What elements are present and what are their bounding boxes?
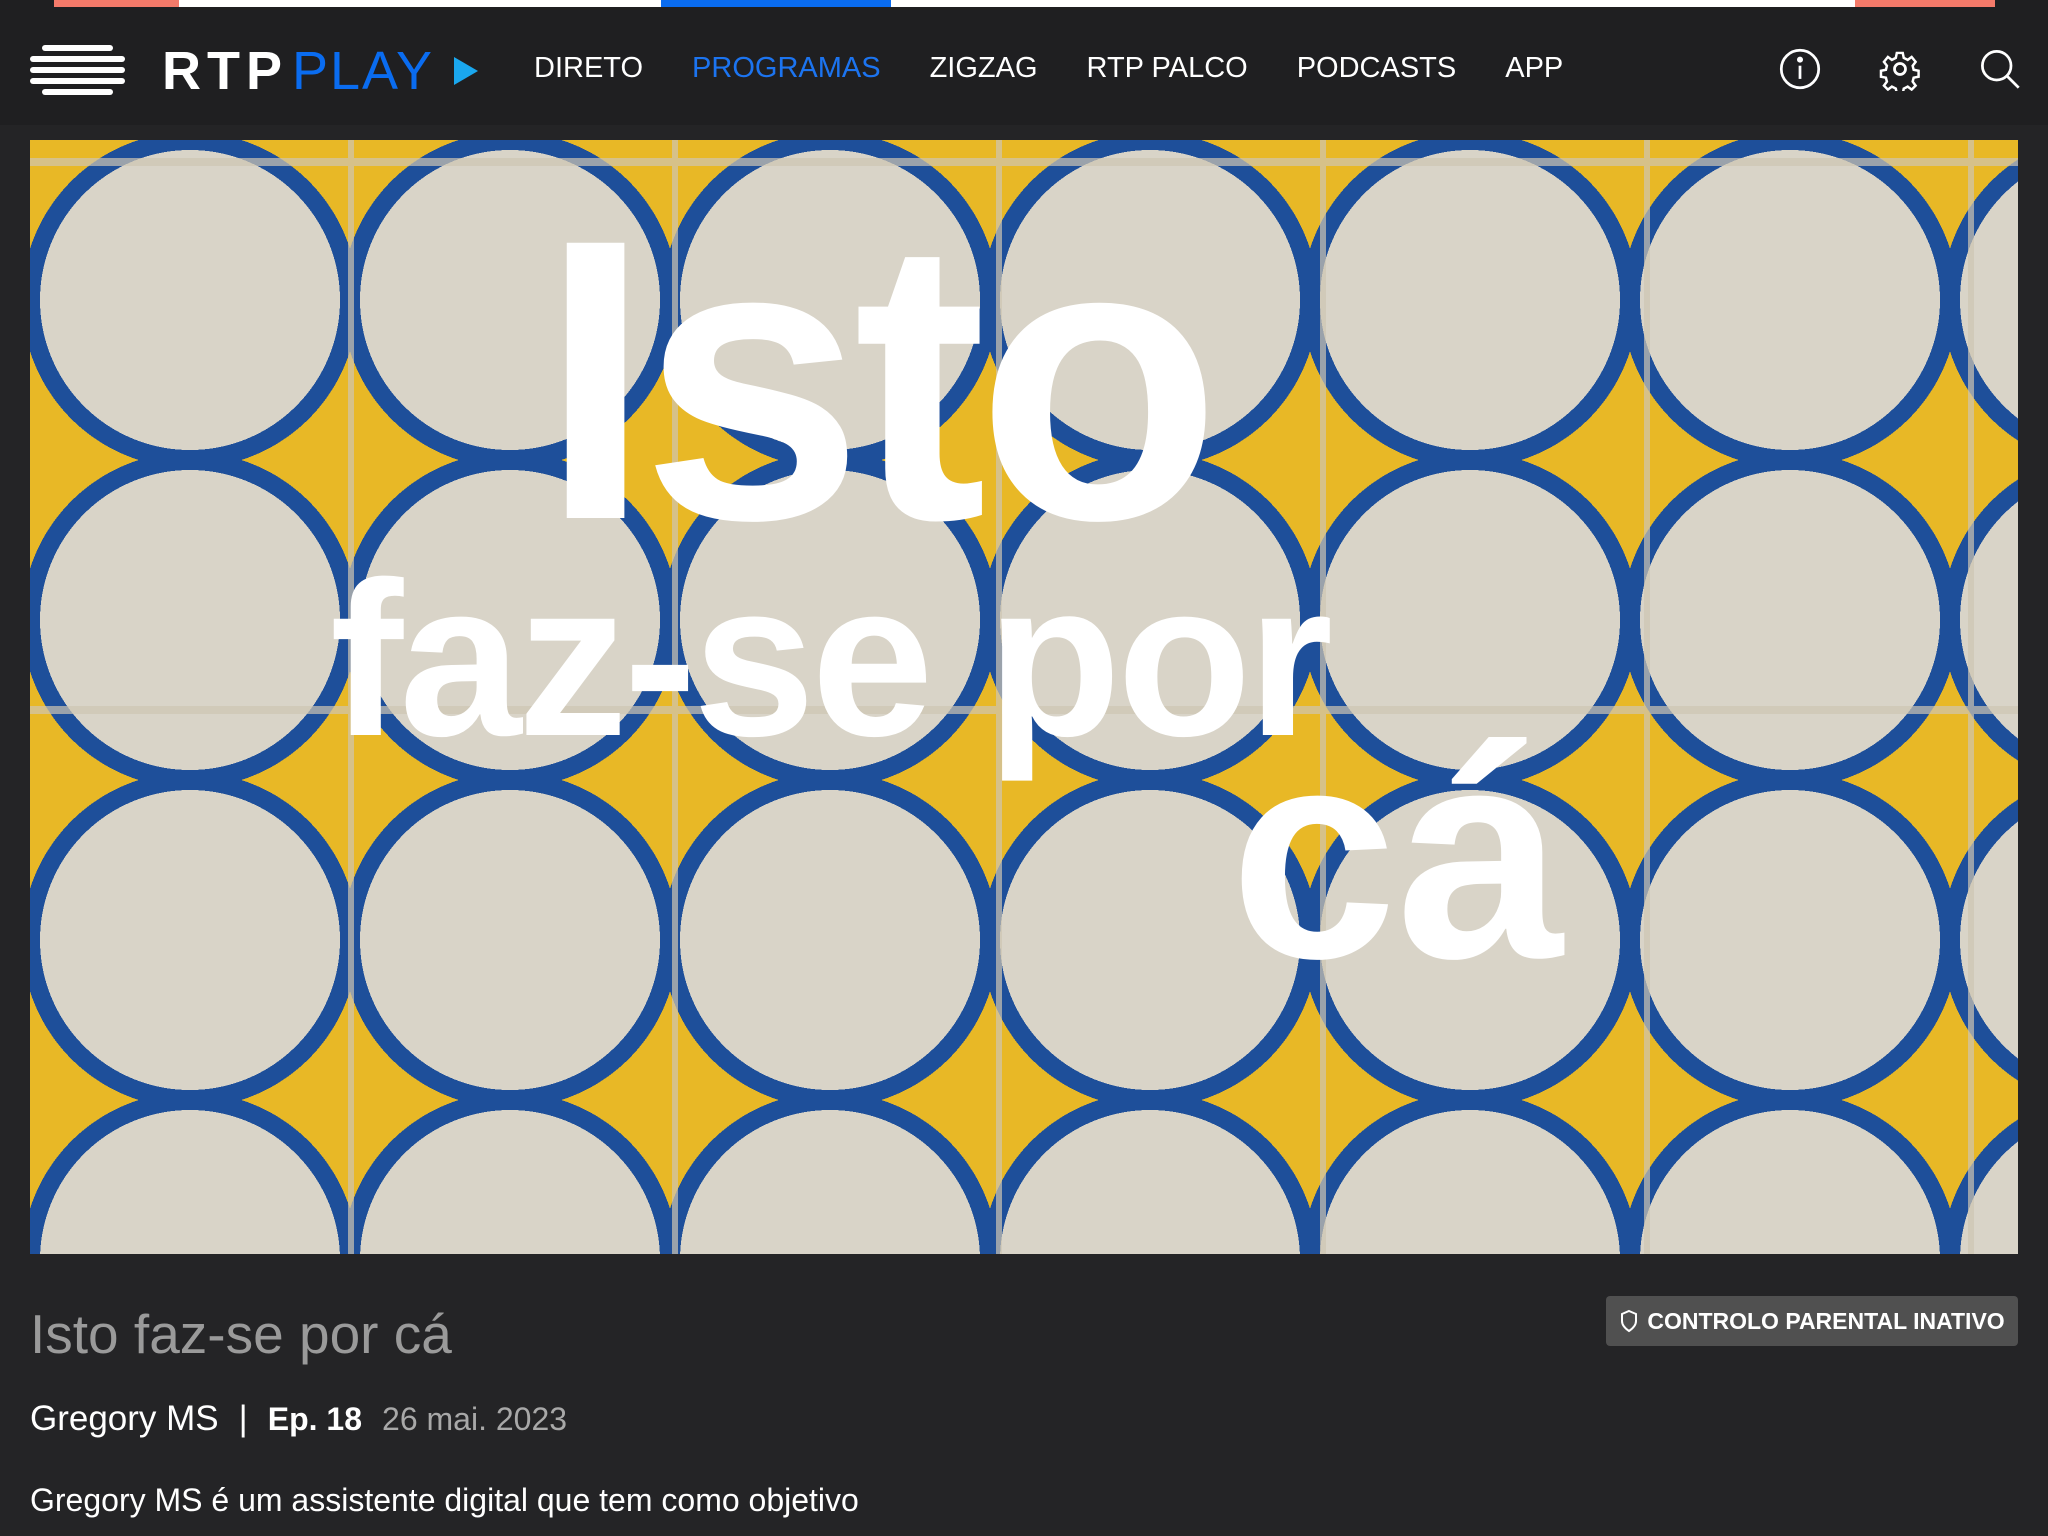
search-icon[interactable] bbox=[1978, 47, 2022, 91]
info-icon[interactable] bbox=[1778, 47, 1822, 91]
episode-number: Ep. 18 bbox=[267, 1401, 363, 1437]
badge-label: CONTROLO PARENTAL INATIVO bbox=[1647, 1307, 2005, 1334]
separator: | bbox=[238, 1399, 248, 1438]
program-title: Isto faz-se por cá bbox=[30, 1303, 452, 1365]
parental-control-badge[interactable]: CONTROLO PARENTAL INATIVO bbox=[1606, 1296, 2018, 1346]
hero-title-art: Isto faz-se por cá bbox=[330, 156, 1830, 1021]
top-nav: RTP PLAY DIRETO PROGRAMAS ZIGZAG RTP PALC… bbox=[0, 7, 2048, 125]
episode-title: Gregory MS bbox=[30, 1399, 219, 1438]
shield-icon bbox=[1621, 1309, 1638, 1333]
hero-line-1: Isto bbox=[540, 156, 1221, 603]
logo-play: PLAY bbox=[292, 41, 435, 101]
play-triangle-icon bbox=[454, 57, 479, 85]
episode-description: Gregory MS é um assistente digital que t… bbox=[30, 1482, 859, 1518]
episode-date: 26 mai. 2023 bbox=[382, 1401, 568, 1437]
nav-rtp-palco[interactable]: RTP PALCO bbox=[1087, 52, 1248, 85]
nav-direto[interactable]: DIRETO bbox=[534, 52, 643, 85]
nav-app[interactable]: APP bbox=[1505, 52, 1563, 85]
hero-line-3: cá bbox=[1230, 685, 1564, 1021]
hamburger-menu-icon[interactable] bbox=[30, 45, 125, 95]
top-progress-strip bbox=[0, 0, 2048, 11]
nav-zigzag[interactable]: ZIGZAG bbox=[930, 52, 1038, 85]
gear-icon[interactable] bbox=[1878, 47, 1922, 91]
nav-podcasts[interactable]: PODCASTS bbox=[1297, 52, 1457, 85]
nav-programas[interactable]: PROGRAMAS bbox=[692, 52, 881, 85]
logo-rtp: RTP bbox=[162, 41, 288, 101]
episode-meta: Gregory MS | Ep. 18 26 mai. 2023 bbox=[30, 1399, 567, 1439]
rtp-play-logo[interactable]: RTP PLAY bbox=[162, 41, 479, 101]
hero-image[interactable]: Isto faz-se por cá bbox=[30, 140, 2018, 1254]
